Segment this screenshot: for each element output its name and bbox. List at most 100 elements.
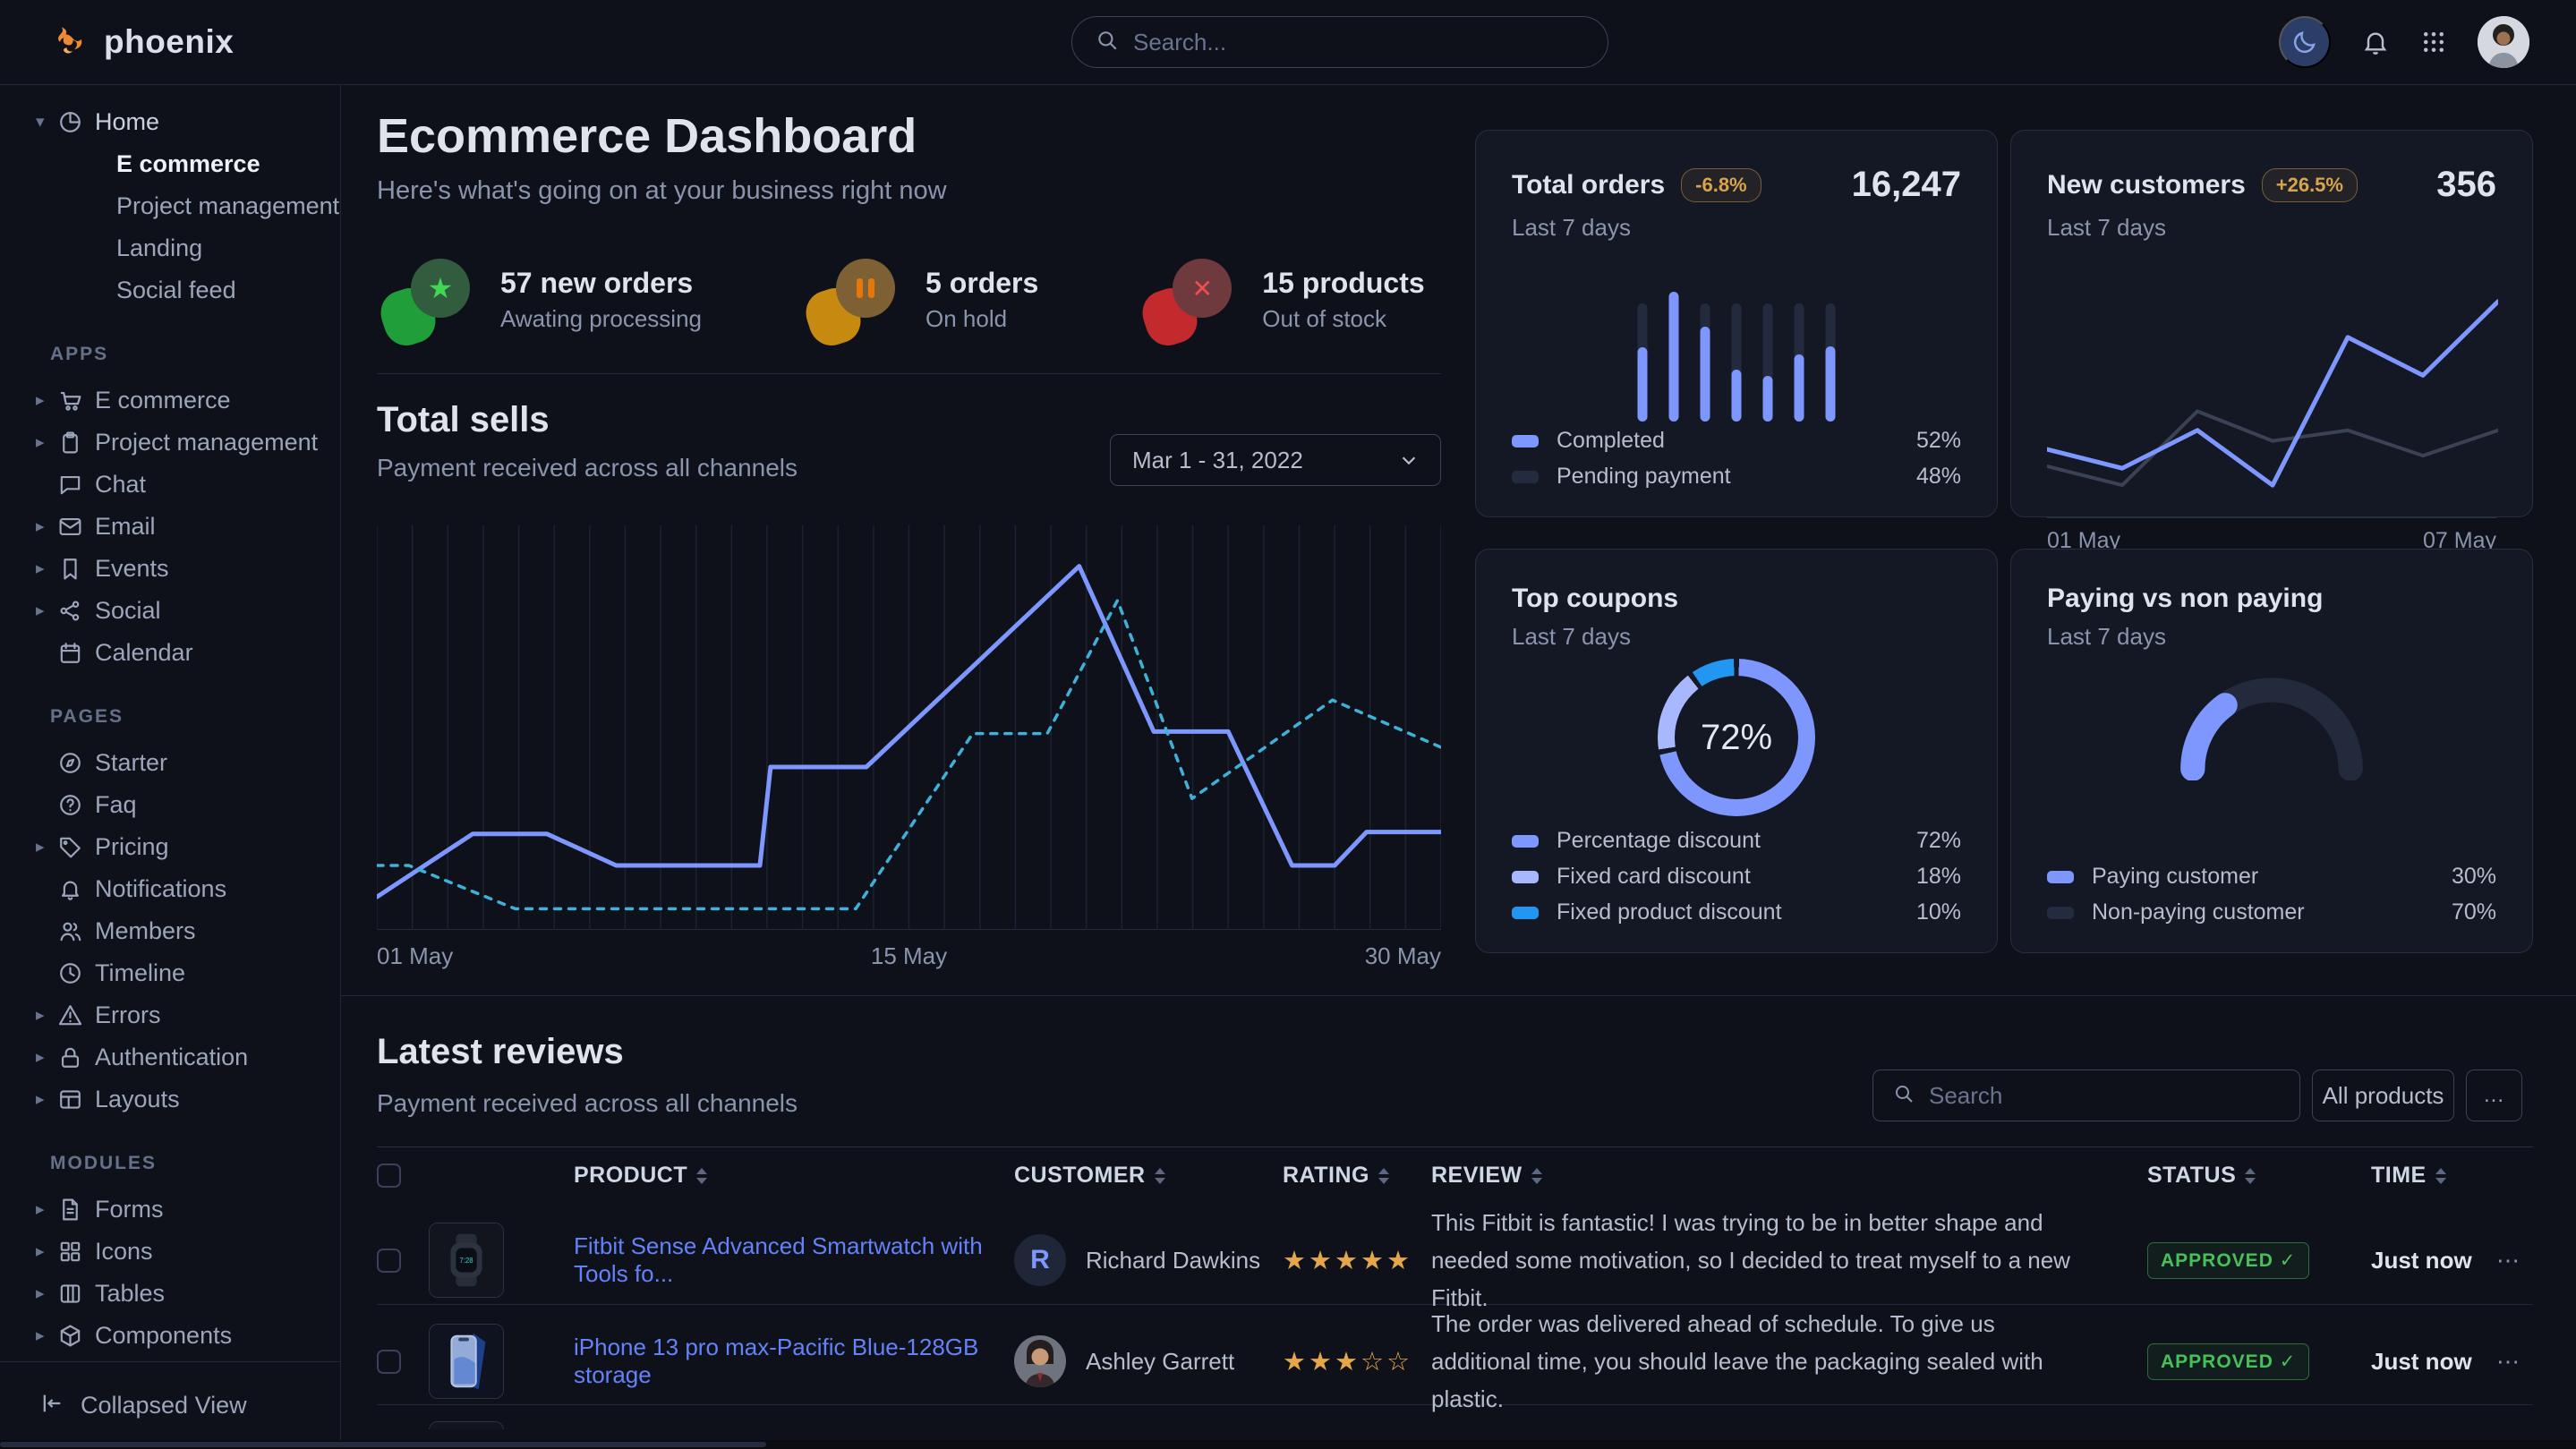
product-thumbnail[interactable]: [429, 1421, 504, 1429]
review-time: Just now: [2371, 1247, 2483, 1274]
sidebar-item-home[interactable]: ▾Home: [0, 101, 340, 143]
sidebar-item-e-commerce[interactable]: E commerce: [0, 143, 340, 185]
sidebar-item-notifications[interactable]: Notifications: [0, 868, 340, 910]
card-value: 356: [2436, 165, 2496, 205]
reviews-search-input[interactable]: [1929, 1082, 2280, 1110]
legend-value: 72%: [1916, 828, 1961, 854]
sidebar-item-project-management[interactable]: Project management: [0, 185, 340, 227]
row-menu-button[interactable]: ⋯: [2483, 1348, 2533, 1376]
x-label: 30 May: [1365, 942, 1441, 970]
notifications-bell-icon[interactable]: [2361, 28, 2390, 56]
divider: [377, 373, 1441, 374]
legend-row-pending-payment: Pending payment48%: [1512, 464, 1961, 490]
product-link[interactable]: Fitbit Sense Advanced Smartwatch with To…: [574, 1232, 983, 1287]
user-avatar[interactable]: [2478, 16, 2529, 68]
collapse-view-button[interactable]: Collapsed View: [0, 1361, 340, 1449]
sidebar-item-label: Chat: [95, 471, 146, 499]
new-customers-card: New customers +26.5% 356 Last 7 days 01 …: [2010, 130, 2533, 517]
sidebar-item-events[interactable]: ▸Events: [0, 548, 340, 590]
scrollbar-thumb[interactable]: [0, 1442, 766, 1447]
sidebar-item-label: Calendar: [95, 639, 193, 667]
column-header-review[interactable]: REVIEW: [1431, 1163, 2147, 1189]
sidebar-item-landing[interactable]: Landing: [0, 227, 340, 269]
sidebar-item-pricing[interactable]: ▸Pricing: [0, 826, 340, 868]
global-search[interactable]: [1071, 16, 1608, 68]
caret-right-icon: ▸: [36, 1047, 54, 1068]
column-header-status[interactable]: STATUS: [2147, 1163, 2371, 1189]
sidebar-item-authentication[interactable]: ▸Authentication: [0, 1036, 340, 1078]
brand-logo[interactable]: phoenix: [52, 21, 234, 64]
total-sells-x-axis: 01 May 15 May 30 May: [377, 942, 1441, 970]
sidebar-item-label: Project management: [116, 192, 339, 220]
product-link[interactable]: iPhone 13 pro max-Pacific Blue-128GB sto…: [574, 1334, 978, 1388]
sidebar-item-faq[interactable]: Faq: [0, 784, 340, 826]
row-checkbox[interactable]: [377, 1249, 401, 1273]
apps-grid-icon[interactable]: [2420, 29, 2447, 55]
header-checkbox-cell: [377, 1163, 429, 1188]
sidebar-item-forms[interactable]: ▸Forms: [0, 1189, 340, 1231]
column-header-customer[interactable]: CUSTOMER: [1014, 1163, 1283, 1189]
bookmark-icon: [57, 556, 84, 583]
pie-icon: [57, 109, 84, 136]
legend-swatch: [1512, 471, 1539, 483]
product-thumbnail[interactable]: 7:28: [429, 1223, 504, 1298]
layout-icon: [57, 1087, 84, 1113]
card-title: Paying vs non paying: [2047, 584, 2323, 614]
sidebar-item-e-commerce[interactable]: ▸E commerce: [0, 379, 340, 422]
legend-row-fixed-product-discount: Fixed product discount10%: [1512, 899, 1961, 925]
app: phoenix ▾HomeE commerceProject manageme: [0, 0, 2576, 1449]
reviews-search[interactable]: [1872, 1070, 2300, 1121]
sidebar-item-errors[interactable]: ▸Errors: [0, 994, 340, 1036]
sidebar-item-social[interactable]: ▸Social: [0, 590, 340, 632]
stat-text: 57 new ordersAwating processing: [500, 267, 702, 333]
column-header-product[interactable]: PRODUCT: [574, 1163, 1014, 1189]
sidebar-item-email[interactable]: ▸Email: [0, 506, 340, 548]
sidebar-item-label: Members: [95, 917, 196, 945]
sidebar-item-label: Project management: [95, 429, 318, 456]
x-label: 01 May: [377, 942, 453, 970]
all-products-button[interactable]: All products: [2312, 1070, 2454, 1121]
sidebar-item-layouts[interactable]: ▸Layouts: [0, 1078, 340, 1121]
sidebar-item-members[interactable]: Members: [0, 910, 340, 952]
sidebar-item-starter[interactable]: Starter: [0, 742, 340, 784]
row-customer-cell: [1014, 1417, 1283, 1429]
sidebar-item-chat[interactable]: Chat: [0, 464, 340, 506]
sidebar-item-label: Tables: [95, 1280, 165, 1308]
collapse-label: Collapsed View: [81, 1392, 247, 1419]
sidebar-item-project-management[interactable]: ▸Project management: [0, 422, 340, 464]
search-input[interactable]: [1133, 29, 1584, 56]
sidebar-item-tables[interactable]: ▸Tables: [0, 1273, 340, 1315]
sidebar-item-label: Email: [95, 513, 156, 541]
sidebar-item-label: Social feed: [116, 277, 236, 304]
column-header-rating[interactable]: RATING: [1283, 1163, 1431, 1189]
sidebar-item-calendar[interactable]: Calendar: [0, 632, 340, 674]
column-header-time[interactable]: TIME: [2371, 1163, 2483, 1189]
date-range-select[interactable]: Mar 1 - 31, 2022: [1110, 434, 1441, 486]
sidebar-item-timeline[interactable]: Timeline: [0, 952, 340, 994]
reviews-more-button[interactable]: ...: [2466, 1070, 2522, 1121]
select-all-checkbox[interactable]: [377, 1163, 401, 1188]
sidebar-item-components[interactable]: ▸Components: [0, 1315, 340, 1357]
stat-text: 5 ordersOn hold: [925, 267, 1038, 333]
legend-label: Non-paying customer: [2092, 899, 2305, 925]
theme-toggle-moon-icon[interactable]: [2279, 16, 2331, 68]
x-label: 15 May: [871, 942, 947, 970]
question-icon: [57, 792, 84, 819]
sidebar-item-icons[interactable]: ▸Icons: [0, 1231, 340, 1273]
review-text: The order was delivered ahead of schedul…: [1431, 1305, 2147, 1418]
clock-icon: [57, 960, 84, 987]
bar-fill: [1763, 376, 1773, 422]
users-icon: [57, 918, 84, 945]
row-menu-button[interactable]: ⋯: [2483, 1247, 2533, 1274]
sidebar-section-pages: PAGES: [50, 706, 340, 728]
horizontal-scrollbar[interactable]: [0, 1440, 2576, 1449]
product-thumbnail[interactable]: [429, 1324, 504, 1399]
sidebar-item-social-feed[interactable]: Social feed: [0, 269, 340, 311]
file-icon: [57, 1197, 84, 1223]
topbar-actions: [2279, 16, 2529, 68]
legend-swatch: [1512, 907, 1539, 919]
latest-reviews-subtitle: Payment received across all channels: [377, 1089, 798, 1118]
row-checkbox[interactable]: [377, 1350, 401, 1374]
bar-fill: [1701, 327, 1710, 422]
sidebar-item-label: Timeline: [95, 959, 185, 987]
